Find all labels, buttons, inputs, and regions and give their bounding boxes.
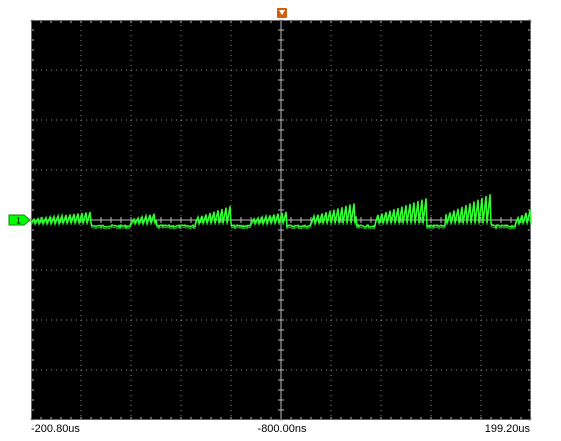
trigger-position-marker-icon[interactable] bbox=[277, 8, 287, 18]
time-axis-center-label: -800.00ns bbox=[257, 423, 307, 435]
time-axis-right-label: 199.20us bbox=[484, 423, 530, 435]
time-axis-left-label: -200.80us bbox=[31, 423, 80, 435]
channel-1-ground-marker-icon[interactable]: 1 bbox=[8, 214, 31, 226]
channel-1-label: 1 bbox=[16, 216, 21, 226]
scope-screen: 1 bbox=[8, 8, 532, 421]
oscilloscope-display: 1 -200.80us -800.00ns 199.20us bbox=[0, 0, 561, 441]
